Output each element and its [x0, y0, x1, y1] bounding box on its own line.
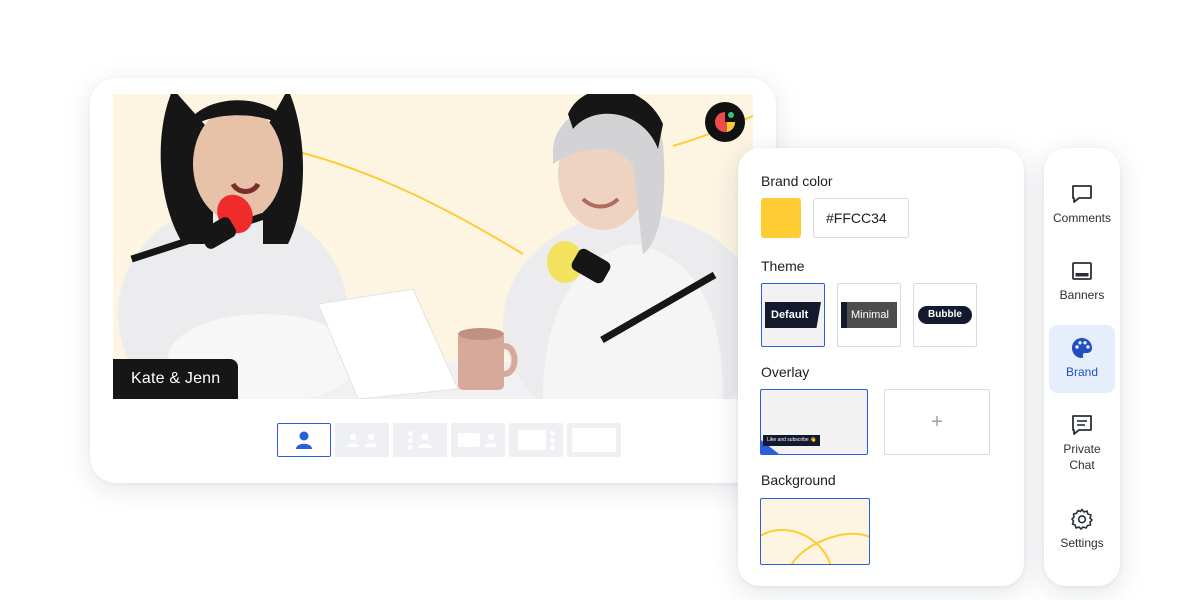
layout-selector	[277, 423, 621, 457]
plus-icon: +	[931, 410, 943, 433]
screen-box	[458, 433, 480, 447]
background-curves	[761, 529, 869, 564]
person-icon	[417, 433, 432, 448]
sidebar-item-label: Private Chat	[1063, 442, 1101, 472]
layout-sidebar-button[interactable]	[451, 423, 505, 457]
person-icon	[365, 434, 377, 447]
layout-two-people-button[interactable]	[335, 423, 389, 457]
theme-default-label: Default	[765, 302, 821, 328]
sidebar-item-settings[interactable]: Settings	[1049, 507, 1115, 551]
theme-bubble-label: Bubble	[918, 306, 972, 324]
video-preview	[113, 94, 753, 399]
theme-default-option[interactable]: Default	[761, 283, 825, 347]
banner-icon	[1072, 262, 1092, 280]
screen-box	[572, 428, 616, 452]
brand-color-input[interactable]: #FFCC34	[813, 198, 909, 238]
background-option[interactable]	[760, 498, 870, 565]
brand-logo	[705, 102, 745, 142]
person-icon	[296, 431, 312, 449]
overlay-option[interactable]: Like and subscribe 👋	[760, 389, 868, 455]
sidebar-item-comments[interactable]: Comments	[1049, 182, 1115, 226]
overlay-label: Overlay	[761, 364, 810, 380]
comment-icon	[1072, 185, 1092, 203]
theme-label: Theme	[761, 258, 805, 274]
small-people-stack	[549, 430, 555, 450]
layout-grid-button[interactable]	[393, 423, 447, 457]
overlay-caption: Like and subscribe 👋	[763, 435, 821, 446]
theme-minimal-preview: Minimal	[841, 302, 897, 328]
brand-color-swatch[interactable]	[761, 198, 801, 238]
sidebar-item-banners[interactable]: Banners	[1049, 259, 1115, 303]
layout-solo-button[interactable]	[277, 423, 331, 457]
palette-icon	[1072, 338, 1092, 358]
sidebar-item-label: Brand	[1065, 365, 1099, 379]
layout-screen-button[interactable]	[567, 423, 621, 457]
gear-icon	[1071, 508, 1093, 530]
video-scene	[118, 94, 753, 399]
layout-pip-button[interactable]	[509, 423, 563, 457]
sidebar-item-brand[interactable]: Brand	[1049, 325, 1115, 393]
theme-minimal-option[interactable]: Minimal	[837, 283, 901, 347]
person-icon	[485, 434, 497, 447]
sidebar-item-label: Banners	[1059, 288, 1105, 302]
brand-logo-mark	[715, 112, 736, 132]
theme-bubble-option[interactable]: Bubble	[913, 283, 977, 347]
add-overlay-button[interactable]: +	[884, 389, 990, 455]
sidebar-item-label: Comments	[1052, 211, 1111, 225]
sidebar-item-label: Settings	[1060, 536, 1104, 550]
screen-box	[517, 430, 546, 450]
speaker-name-tag: Kate & Jenn	[113, 359, 239, 399]
theme-minimal-label: Minimal	[847, 302, 897, 328]
chat-icon	[1072, 415, 1092, 435]
person-icon	[347, 434, 359, 447]
small-people-stack	[407, 430, 413, 450]
brand-color-label: Brand color	[761, 173, 833, 189]
sidebar-item-private-chat[interactable]: Private Chat	[1049, 413, 1115, 473]
background-label: Background	[761, 472, 836, 488]
